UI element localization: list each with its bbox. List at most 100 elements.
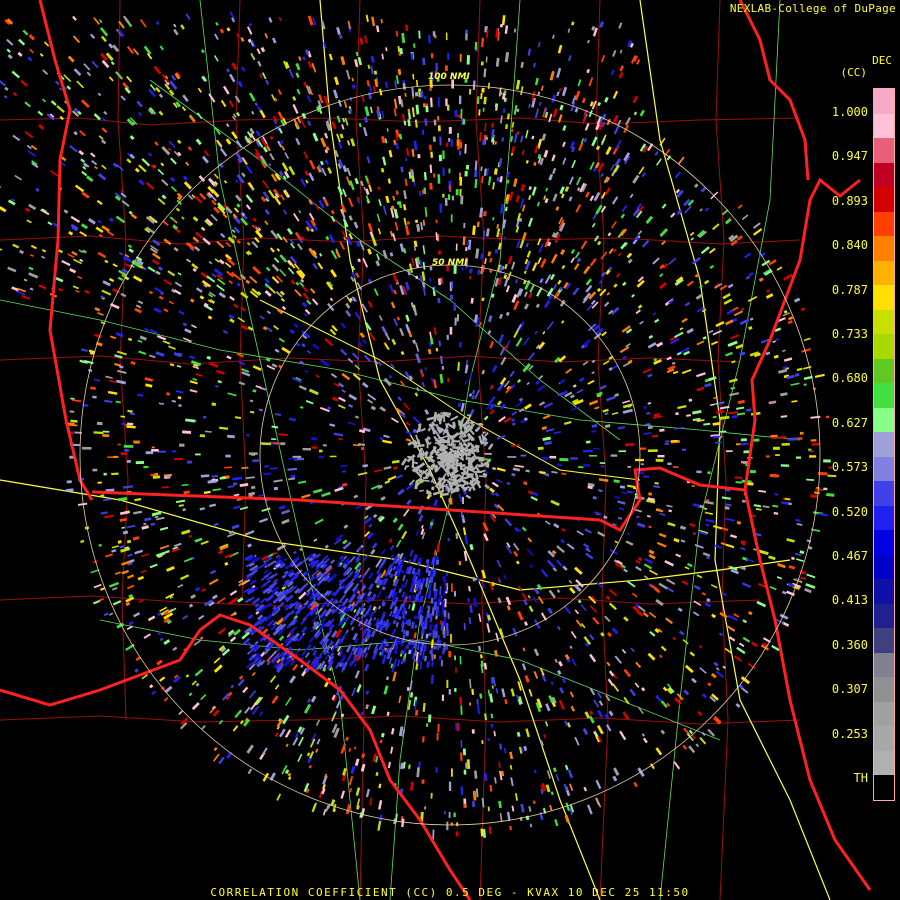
echo-pixel [93, 583, 102, 589]
echo-pixel [656, 341, 664, 348]
echo-pixel [531, 186, 537, 196]
echo-pixel [602, 408, 609, 413]
echo-pixel [405, 24, 409, 32]
echo-pixel [613, 115, 619, 123]
echo-pixel [702, 336, 707, 340]
echo-pixel [280, 194, 285, 201]
echo-pixel [156, 659, 163, 666]
echo-pixel [213, 173, 219, 180]
echo-pixel [348, 215, 353, 221]
echo-pixel [739, 351, 746, 357]
echo-pixel [279, 269, 287, 277]
echo-pixel [367, 398, 374, 404]
echo-pixel [415, 79, 419, 87]
echo-pixel [152, 475, 161, 479]
echo-pixel [273, 486, 279, 491]
echo-pixel [441, 694, 445, 701]
echo-pixel [613, 125, 620, 135]
echo-pixel [126, 425, 136, 429]
echo-pixel [229, 295, 235, 301]
echo-pixel [556, 67, 562, 78]
echo-pixel [369, 231, 374, 238]
echo-pixel [272, 551, 278, 556]
echo-pixel [341, 124, 345, 130]
echo-pixel [312, 488, 323, 494]
echo-pixel [70, 419, 78, 423]
echo-pixel [483, 96, 487, 105]
echo-pixel [255, 385, 262, 389]
echo-pixel [511, 121, 515, 128]
echo-pixel [227, 392, 237, 397]
echo-pixel [550, 681, 554, 686]
echo-pixel [494, 103, 499, 108]
echo-pixel [684, 664, 694, 674]
echo-pixel [641, 687, 646, 692]
echo-pixel [442, 167, 445, 176]
echo-pixel [117, 540, 122, 544]
echo-pixel [596, 287, 602, 293]
echo-pixel [383, 685, 389, 695]
echo-pixel [490, 713, 494, 719]
echo-pixel [683, 689, 690, 696]
echo-pixel [308, 636, 315, 644]
echo-pixel [632, 487, 637, 490]
color-scale-segment [874, 505, 894, 531]
echo-pixel [561, 678, 567, 684]
echo-pixel [394, 813, 398, 824]
echo-pixel [0, 183, 2, 189]
echo-pixel [223, 180, 228, 184]
echo-pixel [120, 415, 126, 418]
echo-pixel [395, 30, 399, 37]
echo-pixel [224, 561, 229, 566]
echo-pixel [214, 258, 220, 263]
echo-pixel [574, 251, 580, 259]
echo-pixel [689, 651, 696, 657]
echo-pixel [437, 297, 441, 304]
echo-pixel [679, 525, 687, 530]
echo-pixel [173, 28, 179, 36]
legend-unit-line1: DEC [872, 54, 892, 67]
echo-pixel [318, 252, 323, 257]
echo-pixel [241, 324, 249, 331]
echo-pixel [356, 684, 362, 693]
echo-pixel [271, 94, 276, 101]
echo-pixel [559, 104, 564, 111]
echo-pixel [300, 118, 306, 128]
echo-pixel [510, 777, 514, 786]
echo-pixel [588, 77, 594, 87]
echo-pixel [402, 574, 406, 581]
echo-pixel [429, 164, 433, 173]
echo-pixel [806, 539, 812, 543]
echo-pixel [382, 205, 387, 215]
echo-pixel [287, 776, 292, 781]
echo-pixel [61, 260, 71, 267]
echo-pixel [453, 812, 456, 818]
echo-pixel [783, 310, 788, 314]
echo-pixel [424, 118, 428, 126]
echo-pixel [172, 646, 178, 652]
echo-pixel [169, 176, 176, 183]
echo-pixel [400, 457, 408, 466]
echo-pixel [570, 705, 576, 712]
echo-pixel [660, 729, 666, 735]
echo-pixel [468, 88, 472, 95]
echo-pixel [154, 141, 159, 147]
echo-pixel [413, 43, 416, 48]
echo-pixel [232, 482, 238, 486]
echo-pixel [392, 466, 398, 470]
echo-pixel [462, 119, 466, 125]
echo-pixel [487, 443, 494, 450]
echo-pixel [411, 257, 415, 267]
echo-pixel [264, 220, 269, 226]
echo-pixel [174, 281, 183, 288]
echo-pixel [426, 438, 429, 449]
echo-pixel [778, 368, 788, 374]
echo-pixel [278, 635, 285, 642]
echo-pixel [647, 341, 657, 349]
echo-pixel [12, 134, 21, 142]
echo-pixel [534, 145, 539, 154]
echo-pixel [557, 279, 562, 285]
echo-pixel [424, 806, 427, 810]
echo-pixel [618, 71, 624, 79]
echo-pixel [724, 217, 732, 225]
